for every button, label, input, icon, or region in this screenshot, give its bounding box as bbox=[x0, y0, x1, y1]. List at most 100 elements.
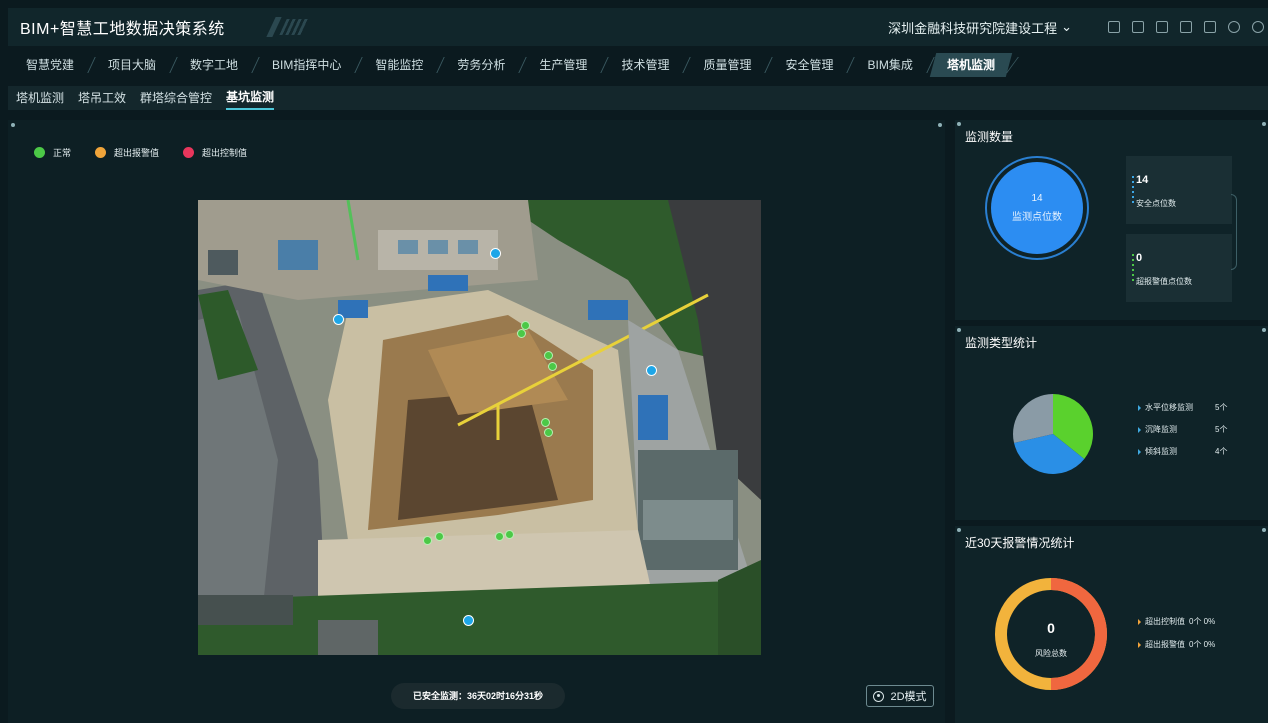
legend-horizontal: 水平位移监测 5个 bbox=[1138, 402, 1227, 413]
monitor-point[interactable] bbox=[544, 351, 553, 360]
status-legend: 正常 超出报警值 超出控制值 bbox=[34, 146, 247, 159]
monitor-point[interactable] bbox=[646, 365, 657, 376]
panel-title: 监测数量 bbox=[965, 130, 1014, 144]
tab-production[interactable]: 生产管理 bbox=[525, 53, 601, 77]
safe-points-value: 14 bbox=[1136, 174, 1149, 186]
normal-dot-icon bbox=[34, 147, 45, 158]
monitor-point[interactable] bbox=[544, 428, 553, 437]
control-dot-icon bbox=[183, 147, 195, 158]
gear-icon bbox=[873, 690, 885, 702]
legend-over-control: 超出控制值 0个 0% bbox=[1138, 616, 1215, 627]
safe-monitor-duration: 已安全监测：36天02时16分31秒 bbox=[391, 683, 565, 709]
subtab-crane-efficiency[interactable]: 塔吊工效 bbox=[78, 86, 126, 110]
title-icons bbox=[1108, 21, 1264, 33]
triangle-icon bbox=[1138, 404, 1141, 411]
document-icon[interactable] bbox=[1156, 21, 1168, 33]
triangle-icon bbox=[1138, 618, 1141, 625]
user-icon[interactable] bbox=[1252, 21, 1264, 33]
legend-alarm: 超出报警值 bbox=[95, 146, 159, 159]
module-tabs: 智慧党建 项目大脑 数字工地 BIM指挥中心 智能监控 劳务分析 生产管理 技术… bbox=[8, 50, 1268, 80]
monitor-point[interactable] bbox=[517, 329, 526, 338]
tab-smart-monitor[interactable]: 智能监控 bbox=[361, 53, 437, 77]
type-legend: 水平位移监测 5个 沉降监测 5个 倾斜监测 4个 bbox=[1138, 402, 1227, 457]
alarm-stats-panel: 近30天报警情况统计 0 风险总数 超出控制值 0个 0% 超出报警值 0个 0… bbox=[955, 526, 1268, 723]
panel-title: 监测类型统计 bbox=[965, 336, 1038, 350]
chevron-down-icon: ⌄ bbox=[1061, 19, 1072, 34]
monitor-point[interactable] bbox=[495, 532, 504, 541]
monitor-point[interactable] bbox=[435, 532, 444, 541]
tab-labor[interactable]: 劳务分析 bbox=[443, 53, 519, 77]
alarm-points-box: 0 超报警值点位数 bbox=[1126, 234, 1232, 302]
shirt-icon[interactable] bbox=[1204, 21, 1216, 33]
alarm-legend: 超出控制值 0个 0% 超出报警值 0个 0% bbox=[1138, 616, 1215, 650]
title-decoration bbox=[266, 17, 309, 37]
app-title: BIM+智慧工地数据决策系统 bbox=[20, 21, 225, 38]
triangle-icon bbox=[1138, 426, 1141, 433]
monitor-point[interactable] bbox=[548, 362, 557, 371]
monitor-point[interactable] bbox=[423, 536, 432, 545]
triangle-icon bbox=[1138, 641, 1141, 648]
mode-button-label: 2D模式 bbox=[890, 691, 927, 703]
title-bar: BIM+智慧工地数据决策系统 深圳金融科技研究院建设工程 ⌄ bbox=[8, 8, 1268, 46]
corner-dot bbox=[1262, 328, 1266, 332]
screen-icon[interactable] bbox=[1180, 21, 1192, 33]
alarm-dot-icon bbox=[95, 147, 107, 158]
monitor-point[interactable] bbox=[333, 314, 344, 325]
subtab-group-control[interactable]: 群塔综合管控 bbox=[140, 86, 212, 110]
total-points-label: 监测点位数 bbox=[1012, 212, 1062, 223]
alarm-points-value: 0 bbox=[1136, 252, 1143, 264]
panel-title: 近30天报警情况统计 bbox=[965, 536, 1075, 550]
subtab-crane-monitor[interactable]: 塔机监测 bbox=[16, 86, 64, 110]
legend-over-alarm: 超出报警值 0个 0% bbox=[1138, 639, 1215, 650]
monitor-point[interactable] bbox=[463, 615, 474, 626]
tab-project-brain[interactable]: 项目大脑 bbox=[94, 53, 170, 77]
total-points-circle: 14 监测点位数 bbox=[991, 162, 1083, 254]
grid-icon[interactable] bbox=[1108, 21, 1120, 33]
legend-tilt: 倾斜监测 4个 bbox=[1138, 446, 1227, 457]
subtab-pit-monitor[interactable]: 基坑监测 bbox=[226, 86, 275, 110]
sub-tabs: 塔机监测 塔吊工效 群塔综合管控 基坑监测 bbox=[8, 86, 1268, 110]
corner-dot bbox=[957, 122, 961, 126]
triangle-icon bbox=[1138, 448, 1141, 455]
type-stats-panel: 监测类型统计 水平位移监测 5个 沉降监测 5个 倾斜监测 4个 bbox=[955, 326, 1268, 520]
tab-digital-site[interactable]: 数字工地 bbox=[176, 53, 252, 77]
tab-tower-crane[interactable]: 塔机监测 bbox=[929, 53, 1013, 77]
corner-dot bbox=[11, 123, 15, 127]
project-name: 深圳金融科技研究院建设工程 bbox=[888, 20, 1058, 36]
legend-settlement: 沉降监测 5个 bbox=[1138, 424, 1227, 435]
legend-control: 超出控制值 bbox=[183, 146, 247, 159]
monitor-point[interactable] bbox=[490, 248, 501, 259]
map-panel: 正常 超出报警值 超出控制值 已安全监测：36天02时16分31秒 2D模式 bbox=[8, 120, 945, 723]
tab-bim-integration[interactable]: BIM集成 bbox=[853, 53, 926, 77]
safe-points-label: 安全点位数 bbox=[1136, 199, 1176, 208]
risk-total-label: 风险总数 bbox=[1035, 649, 1067, 658]
legend-normal: 正常 bbox=[34, 146, 71, 159]
tab-safety[interactable]: 安全管理 bbox=[771, 53, 847, 77]
alarm-points-label: 超报警值点位数 bbox=[1136, 277, 1192, 286]
corner-dot bbox=[1262, 122, 1266, 126]
tab-bim-command[interactable]: BIM指挥中心 bbox=[258, 53, 355, 77]
monitor-icon[interactable] bbox=[1132, 21, 1144, 33]
bar-deco bbox=[1132, 176, 1134, 206]
total-points-value: 14 bbox=[1031, 193, 1043, 204]
2d-mode-button[interactable]: 2D模式 bbox=[866, 685, 934, 707]
corner-dot bbox=[957, 528, 961, 532]
corner-dot bbox=[938, 123, 942, 127]
refresh-icon[interactable] bbox=[1228, 21, 1240, 33]
bar-deco bbox=[1132, 254, 1134, 284]
site-aerial-image[interactable] bbox=[198, 200, 761, 655]
tab-technical[interactable]: 技术管理 bbox=[607, 53, 683, 77]
monitor-point[interactable] bbox=[505, 530, 514, 539]
safe-points-box: 14 安全点位数 bbox=[1126, 156, 1232, 224]
bracket-deco bbox=[1231, 194, 1237, 270]
aerial-photo bbox=[198, 200, 761, 655]
corner-dot bbox=[957, 328, 961, 332]
project-selector[interactable]: 深圳金融科技研究院建设工程 ⌄ bbox=[888, 18, 1072, 37]
risk-total-value: 0 bbox=[1047, 620, 1055, 636]
monitor-point[interactable] bbox=[541, 418, 550, 427]
type-pie-chart[interactable] bbox=[1011, 392, 1095, 476]
tab-party[interactable]: 智慧党建 bbox=[12, 53, 88, 77]
corner-dot bbox=[1262, 528, 1266, 532]
monitor-count-panel: 监测数量 14 监测点位数 14 安全点位数 0 超报警值点位数 bbox=[955, 120, 1268, 320]
tab-quality[interactable]: 质量管理 bbox=[689, 53, 765, 77]
